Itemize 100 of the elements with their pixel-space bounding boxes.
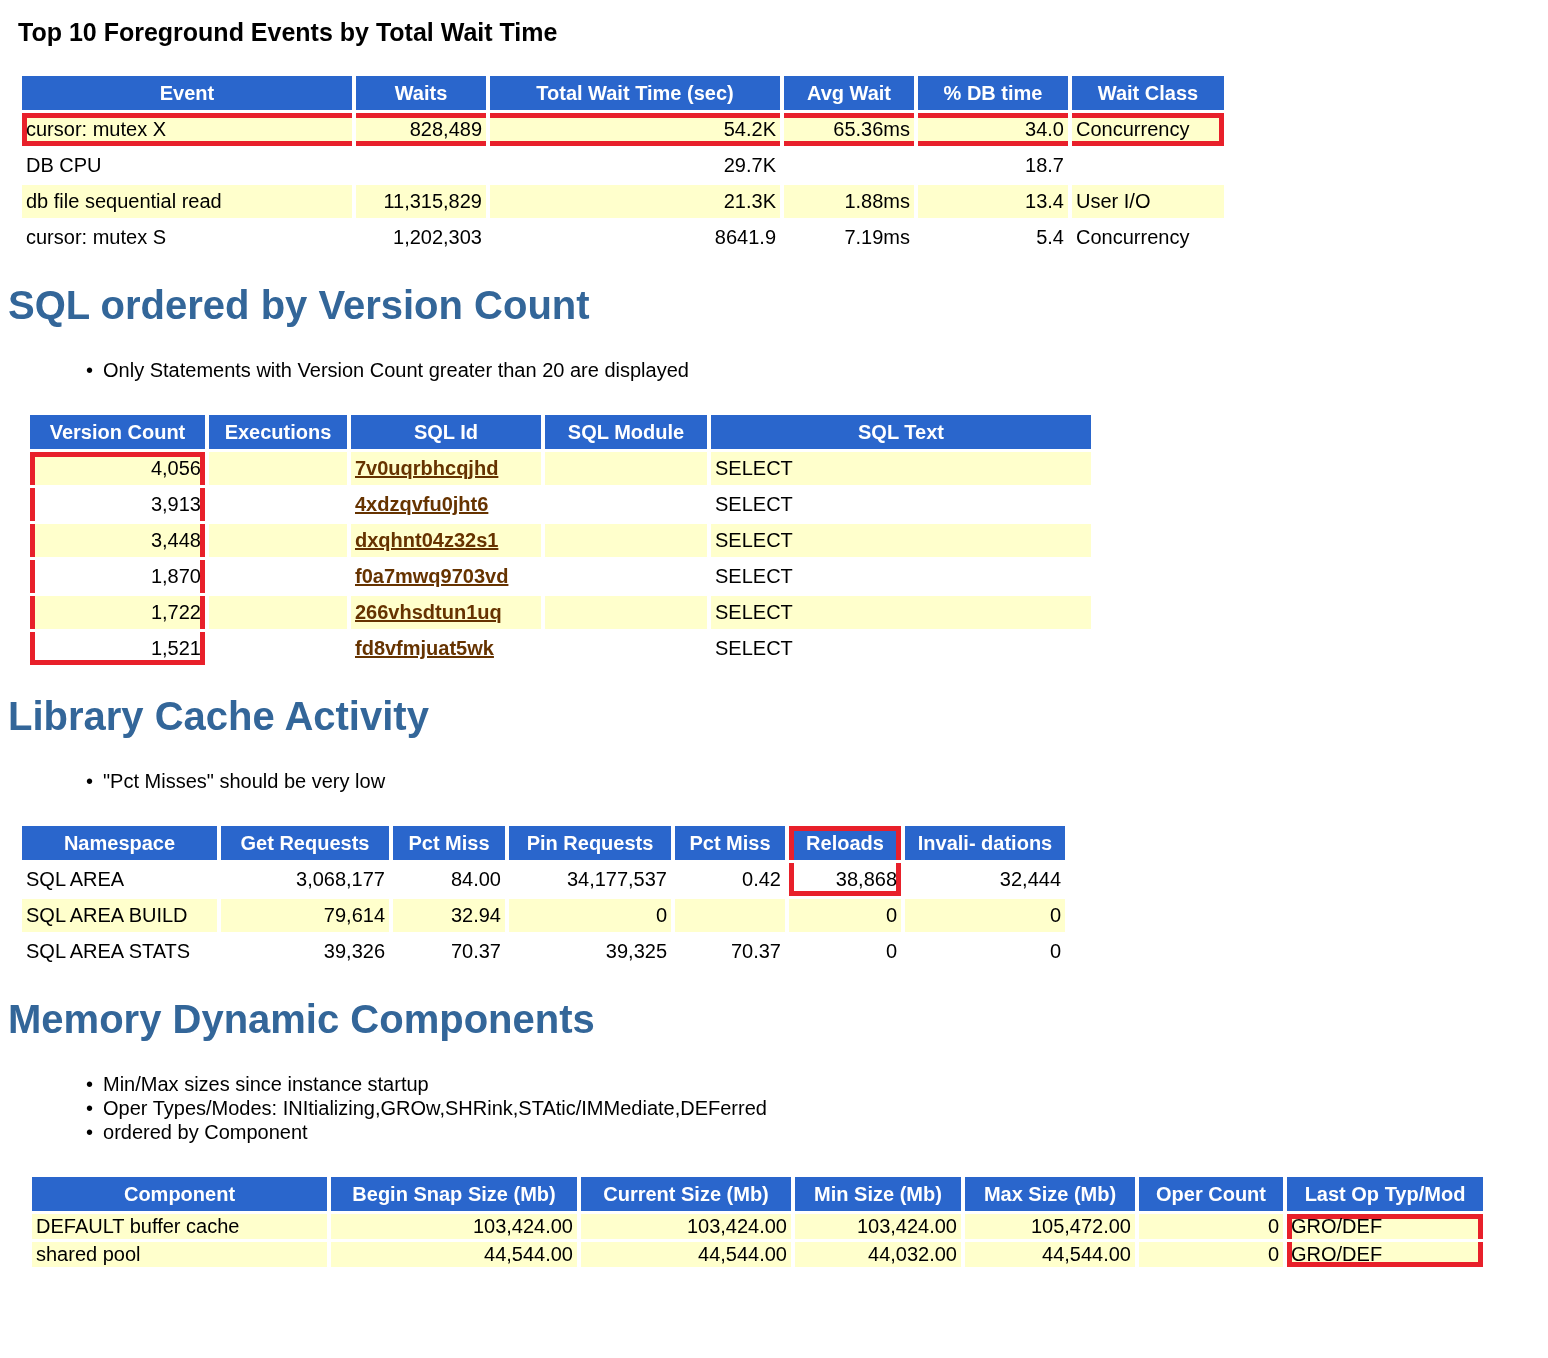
table-cell: SELECT	[711, 596, 1091, 629]
column-header: Wait Class	[1072, 76, 1224, 110]
table-cell-text: SQL AREA STATS	[25, 939, 192, 964]
table-cell-text: 0	[884, 939, 898, 964]
table-cell-text: 18.7	[1024, 153, 1065, 178]
column-header: Namespace	[22, 826, 217, 860]
table-cell-text: SQL AREA	[25, 867, 126, 892]
table-cell: 4,056	[30, 452, 205, 485]
table-cell: 0	[509, 899, 671, 932]
table-cell: 0	[789, 899, 901, 932]
table-cell: 0	[1139, 1242, 1283, 1267]
table-cell: 1,722	[30, 596, 205, 629]
table-cell: 1,521	[30, 632, 205, 665]
table-cell-text: 29.7K	[722, 153, 777, 178]
table-cell: GRO/DEF	[1287, 1242, 1483, 1267]
table-cell: 3,913	[30, 488, 205, 521]
column-header: Waits	[356, 76, 486, 110]
column-header: % DB time	[918, 76, 1068, 110]
table-cell-text: 7.19ms	[843, 225, 911, 250]
table-cell: 0	[905, 899, 1065, 932]
note-item: ordered by Component	[103, 1120, 308, 1144]
table-cell-text: 0	[1048, 939, 1062, 964]
table-cell: cursor: mutex X	[22, 113, 352, 146]
table-cell: 828,489	[356, 113, 486, 146]
table-cell-text: 70.37	[729, 939, 782, 964]
table-cell: 44,544.00	[965, 1242, 1135, 1267]
table-cell-text: SELECT	[714, 492, 794, 517]
table-cell: 103,424.00	[581, 1214, 791, 1239]
table-cell: 32.94	[393, 899, 505, 932]
sql-id-link[interactable]: fd8vfmjuat5wk	[355, 637, 494, 659]
table-cell: 44,544.00	[581, 1242, 791, 1267]
column-header: Max Size (Mb)	[965, 1177, 1135, 1211]
column-header: Pct Miss	[675, 826, 785, 860]
table-cell: shared pool	[32, 1242, 327, 1267]
sql-id-link[interactable]: dxqhnt04z32s1	[355, 529, 499, 551]
table-cell-text: cursor: mutex S	[25, 225, 168, 250]
sql-id-link[interactable]: 4xdzqvfu0jht6	[355, 493, 489, 515]
table-cell: 1,870	[30, 560, 205, 593]
column-header: Reloads	[789, 826, 901, 860]
table-cell-text: 34,177,537	[565, 867, 668, 892]
table-cell: DEFAULT buffer cache	[32, 1214, 327, 1239]
table-cell-text: SELECT	[714, 636, 794, 661]
note-item: Only Statements with Version Count greater than 20 are displayed	[103, 358, 689, 382]
column-header: Invali- dations	[905, 826, 1065, 860]
table-cell-text: Concurrency	[1075, 225, 1191, 250]
table-cell: 34.0	[918, 113, 1068, 146]
table-cell: 21.3K	[490, 185, 780, 218]
table-cell: 103,424.00	[331, 1214, 577, 1239]
table-cell: 103,424.00	[795, 1214, 961, 1239]
note-item: Min/Max sizes since instance startup	[103, 1072, 429, 1096]
table-cell-text: 32,444	[998, 867, 1062, 892]
table-cell: 11,315,829	[356, 185, 486, 218]
table-cell: 79,614	[221, 899, 389, 932]
column-header: Component	[32, 1177, 327, 1211]
column-header: Total Wait Time (sec)	[490, 76, 780, 110]
table-cell-text: 39,326	[322, 939, 386, 964]
table-cell-text: SELECT	[714, 564, 794, 589]
table-cell: 54.2K	[490, 113, 780, 146]
table-cell: GRO/DEF	[1287, 1214, 1483, 1239]
table-cell-text: 39,325	[604, 939, 668, 964]
table-cell: 1.88ms	[784, 185, 914, 218]
column-header: SQL Module	[545, 415, 707, 449]
sql-id-link[interactable]: 266vhsdtun1uq	[355, 601, 502, 623]
note-item: Oper Types/Modes: INItializing,GROw,SHRink,STAtic/IMMediate,DEFerred	[103, 1096, 767, 1120]
table-cell-text: DB CPU	[25, 153, 103, 178]
column-header: SQL Id	[351, 415, 541, 449]
column-header: Min Size (Mb)	[795, 1177, 961, 1211]
section-heading: Library Cache Activity	[8, 694, 429, 739]
column-header: Get Requests	[221, 826, 389, 860]
bullet: •	[86, 769, 93, 793]
table-cell-text: 0.42	[741, 867, 782, 892]
table-cell: 44,032.00	[795, 1242, 961, 1267]
table-cell: SELECT	[711, 524, 1091, 557]
table-cell: 3,448	[30, 524, 205, 557]
column-header: Pct Miss	[393, 826, 505, 860]
sql-id-link[interactable]: f0a7mwq9703vd	[355, 565, 509, 587]
column-header: Last Op Typ/Mod	[1287, 1177, 1483, 1211]
table-cell-text: 1,202,303	[392, 225, 483, 250]
table-cell: 13.4	[918, 185, 1068, 218]
section-heading: Top 10 Foreground Events by Total Wait Time	[18, 18, 558, 47]
column-header: Oper Count	[1139, 1177, 1283, 1211]
table-cell-text: 5.4	[1035, 225, 1065, 250]
column-header: Avg Wait	[784, 76, 914, 110]
table-cell-text: 3,068,177	[295, 867, 386, 892]
column-header: Executions	[209, 415, 347, 449]
section-heading: Memory Dynamic Components	[8, 997, 595, 1042]
table-cell-text: 84.00	[449, 867, 502, 892]
table-cell: 44,544.00	[331, 1242, 577, 1267]
column-header: Pin Requests	[509, 826, 671, 860]
table-cell-text: 8641.9	[713, 225, 777, 250]
bullet: •	[86, 358, 93, 382]
sql-id-link[interactable]: 7v0uqrbhcqjhd	[355, 457, 499, 479]
column-header: Current Size (Mb)	[581, 1177, 791, 1211]
table-cell: 65.36ms	[784, 113, 914, 146]
table-cell: User I/O	[1072, 185, 1224, 218]
bullet: •	[86, 1072, 93, 1096]
table-cell: db file sequential read	[22, 185, 352, 218]
bullet: •	[86, 1096, 93, 1120]
column-header: Version Count	[30, 415, 205, 449]
table-cell: 0	[1139, 1214, 1283, 1239]
